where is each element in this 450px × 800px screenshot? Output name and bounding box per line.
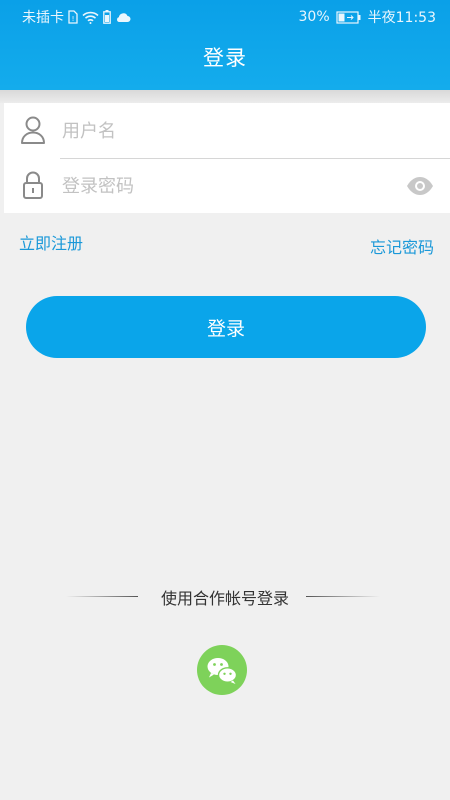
partner-login-label: 使用合作帐号登录 <box>160 589 289 608</box>
app-header: 未插卡 ! 30% 半夜11:53 登录 <box>0 0 450 90</box>
cloud-icon <box>115 12 131 23</box>
forgot-password-link[interactable]: 忘记密码 <box>370 234 434 258</box>
user-icon <box>20 115 46 145</box>
register-link[interactable]: 立即注册 <box>19 230 83 254</box>
password-input[interactable] <box>60 170 364 202</box>
battery-small-icon <box>103 10 111 24</box>
login-form <box>4 103 450 213</box>
lock-icon <box>20 170 46 200</box>
sim-card-icon: ! <box>68 10 78 24</box>
show-password-eye-icon[interactable] <box>406 176 434 196</box>
password-row <box>4 158 450 213</box>
wechat-icon <box>197 645 247 695</box>
carrier-text: 未插卡 <box>22 10 64 26</box>
battery-percent: 30% <box>298 9 330 25</box>
divider-line-right <box>306 596 380 597</box>
wechat-login-button[interactable] <box>197 645 247 695</box>
battery-charging-icon <box>336 10 362 24</box>
wifi-icon <box>82 11 99 24</box>
page-title: 登录 <box>203 46 247 70</box>
partner-login-section: 使用合作帐号登录 <box>0 585 450 608</box>
username-row <box>4 103 450 158</box>
clock-text: 半夜11:53 <box>367 10 436 26</box>
login-button[interactable]: 登录 <box>26 296 426 358</box>
status-bar: 未插卡 ! 30% 半夜11:53 <box>0 0 450 32</box>
username-input[interactable] <box>60 115 364 147</box>
header-shadow <box>0 90 450 103</box>
svg-text:!: ! <box>72 15 75 23</box>
